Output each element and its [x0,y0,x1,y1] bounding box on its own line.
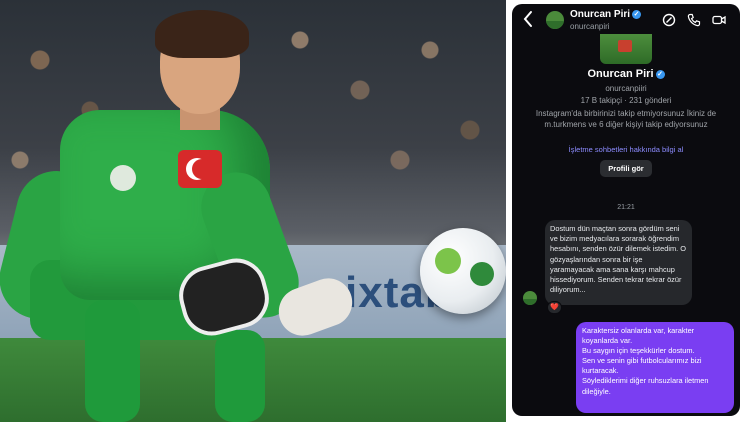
view-profile-button[interactable]: Profili gör [600,160,652,177]
goalkeeper-hair [155,10,249,58]
sender-avatar[interactable] [523,291,537,305]
instagram-dm-screen: Onurcan Piri ✓ onurcanpiri Onurcan Piri ✓ … [512,4,740,416]
incoming-message-text: Dostum dün maçtan sonra gördüm seni ve b… [550,224,686,295]
flag-crescent-cut [192,159,212,179]
profile-name: Onurcan Piri ✓ [512,68,740,80]
mutual-follow-info: Instagram'da birbirinizi takip etmiyorsu… [535,109,717,129]
profile-name-text: Onurcan Piri [587,68,654,80]
goalkeeper-left-leg [85,300,140,422]
contact-name[interactable]: Onurcan Piri ✓ [570,9,642,20]
sleeve-badge [110,165,136,191]
incoming-message[interactable]: Dostum dün maçtan sonra gördüm seni ve b… [545,220,692,305]
outgoing-message-line: Karaktersiz olanlarda var, karakter koya… [582,326,695,346]
goalkeeper-right-leg [215,330,265,422]
profile-picture[interactable] [600,34,652,64]
outgoing-message-line: Bu saygın için teşekkürler dostum. [582,346,695,356]
contact-name-text: Onurcan Piri [570,9,631,20]
message-timestamp: 21:21 [617,204,635,211]
business-chats-info-link[interactable]: İşletme sohbetleri hakkında bilgi al [512,145,740,154]
video-camera-icon[interactable] [712,13,726,27]
outgoing-message-line: Söylediklerimi diğer ruhsuzlara iletmen … [582,376,709,396]
profile-stats: 17 B takipçi · 231 gönderi [580,96,672,105]
football-panel [470,262,494,286]
verified-badge-icon: ✓ [655,69,665,79]
phone-icon[interactable] [687,13,701,27]
outgoing-message-line: Sen ve senin gibi futbolcularımız bizi k… [582,356,702,376]
link-icon[interactable] [662,13,676,27]
outgoing-message[interactable]: Karaktersiz olanlarda var, karakter koya… [576,322,734,413]
football-panel [435,248,461,274]
avatar[interactable] [546,11,564,29]
verified-badge-icon: ✓ [632,9,642,19]
chat-header: Onurcan Piri ✓ onurcanpiri [512,4,740,36]
contact-username: onurcanpiri [570,22,610,31]
heart-reaction-icon[interactable]: ❤️ [547,301,562,314]
back-chevron-icon[interactable] [521,9,535,29]
profile-username: onurcanpiiri [605,84,647,93]
goalkeeper-photo: ixtab [0,0,506,422]
